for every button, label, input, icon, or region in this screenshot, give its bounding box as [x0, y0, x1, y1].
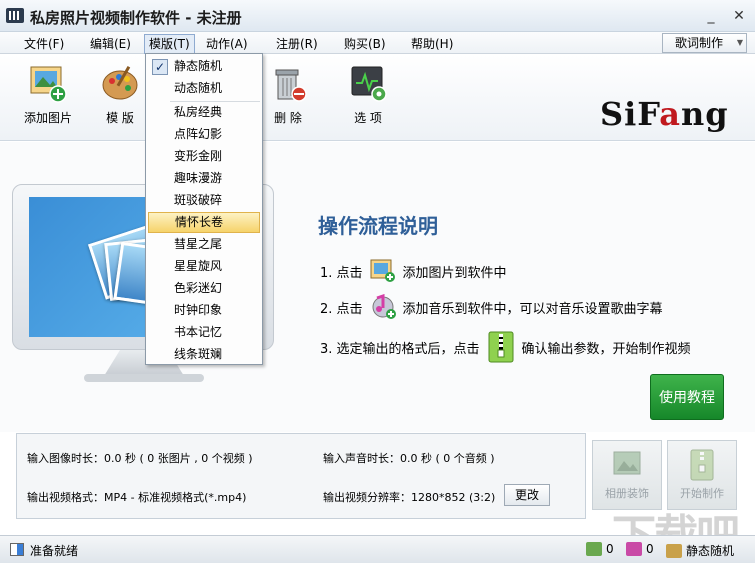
- menu-buy[interactable]: 购买(B): [340, 35, 390, 53]
- dd-item-template[interactable]: 时钟印象: [148, 300, 260, 321]
- output-resolution: 输出视频分辨率：1280*852 (3:2): [323, 491, 496, 504]
- palette-icon: [100, 63, 140, 103]
- info-panel: 输入图像时长：0.0 秒 ( 0 张图片 , 0 个视频 ) 输入声音时长：0.…: [16, 433, 586, 519]
- album-decor-icon: [612, 449, 642, 481]
- dd-item-template[interactable]: 斑驳破碎: [148, 190, 260, 211]
- step2-suffix: 添加音乐到软件中，可以对音乐设置歌曲字幕: [402, 301, 663, 317]
- check-icon: ✓: [152, 59, 168, 75]
- delete-button[interactable]: 删 除: [256, 63, 320, 126]
- sifang-logo: SiFang: [600, 95, 729, 133]
- window-title: 私房照片视频制作软件 - 未注册: [30, 9, 242, 27]
- dd-item-dynamic-random[interactable]: 动态随机: [148, 78, 260, 99]
- options-gear-icon: [348, 63, 388, 103]
- menu-help[interactable]: 帮助(H): [407, 35, 457, 53]
- menu-file[interactable]: 文件(F): [20, 35, 68, 53]
- dd-item-template[interactable]: 书本记忆: [148, 322, 260, 343]
- add-image-button[interactable]: 添加图片: [16, 63, 80, 126]
- lyric-make-label: 歌词制作: [675, 36, 724, 50]
- flow-step-2: 2. 点击 添加音乐到软件中，可以对音乐设置歌曲字幕: [320, 293, 663, 320]
- template-label: 模 版: [106, 111, 134, 125]
- add-image-icon: [28, 63, 68, 103]
- output-format: 输出视频格式：MP4 - 标准视频格式(*.mp4): [27, 491, 247, 504]
- status-chart-icon: [10, 543, 24, 556]
- dd-item-template[interactable]: 点阵幻影: [148, 124, 260, 145]
- minimize-button[interactable]: _: [703, 8, 719, 24]
- menu-action[interactable]: 动作(A): [202, 35, 252, 53]
- toolbar: 添加图片 模 版 删 除 选 项 SiFang: [0, 55, 755, 141]
- start-make-label: 开始制作: [680, 487, 724, 500]
- add-image-label: 添加图片: [23, 111, 72, 125]
- step3-suffix: 确认输出参数，开始制作视频: [521, 341, 691, 357]
- close-button[interactable]: ✕: [731, 8, 747, 24]
- change-button[interactable]: 更改: [504, 484, 550, 506]
- status-text: 准备就绪: [30, 544, 79, 558]
- start-zip-icon: [687, 449, 717, 481]
- tutorial-button[interactable]: 使用教程: [650, 374, 724, 420]
- lyric-make-button[interactable]: 歌词制作 ▼: [662, 33, 747, 53]
- audio-count: 0: [646, 542, 654, 556]
- template-button[interactable]: 模 版: [88, 63, 152, 126]
- trash-icon: [268, 63, 308, 103]
- app-film-icon: [6, 8, 24, 23]
- flow-step-3: 3. 选定输出的格式后，点击 确认输出参数，开始制作视频: [320, 330, 691, 364]
- add-music-icon: [369, 293, 397, 320]
- chevron-down-icon: ▼: [736, 38, 743, 47]
- flow-step-1: 1. 点击 添加图片到软件中: [320, 258, 507, 284]
- template-dropdown-menu: ✓ 静态随机 动态随机 私房经典 点阵幻影 变形金刚 趣味漫游 斑驳破碎 情怀长…: [145, 53, 263, 365]
- dd-item-template[interactable]: 线条斑斓: [148, 344, 260, 365]
- step1-prefix: 1. 点击: [320, 265, 363, 281]
- title-bar: 私房照片视频制作软件 - 未注册 _ ✕: [0, 0, 755, 32]
- audio-duration: 输入声音时长：0.0 秒 ( 0 个音频 ): [323, 452, 495, 465]
- options-label: 选 项: [354, 111, 382, 125]
- dd-item-template-highlighted[interactable]: 情怀长卷: [148, 212, 260, 233]
- dd-item-template[interactable]: 趣味漫游: [148, 168, 260, 189]
- menu-register[interactable]: 注册(R): [272, 35, 322, 53]
- menu-template[interactable]: 模版(T): [144, 34, 195, 54]
- main-area: 操作流程说明 1. 点击 添加图片到软件中 2. 点击 添加音乐到软件中，可以对…: [0, 142, 755, 432]
- dd-item-template[interactable]: 色彩迷幻: [148, 278, 260, 299]
- zip-file-icon: [486, 330, 516, 364]
- album-decor-label: 相册装饰: [605, 487, 649, 500]
- menu-bar: 文件(F) 编辑(E) 模版(T) 动作(A) 注册(R) 购买(B) 帮助(H…: [0, 32, 755, 54]
- flow-title: 操作流程说明: [318, 214, 438, 238]
- step2-prefix: 2. 点击: [320, 301, 363, 317]
- dd-item-template[interactable]: 变形金刚: [148, 146, 260, 167]
- options-button[interactable]: 选 项: [336, 63, 400, 126]
- delete-label: 删 除: [274, 111, 302, 125]
- palette-small-icon: [666, 543, 682, 558]
- dd-item-template[interactable]: 彗星之尾: [148, 234, 260, 255]
- step1-suffix: 添加图片到软件中: [402, 265, 507, 281]
- dd-label: 静态随机: [174, 59, 223, 73]
- add-image-small-icon: [369, 258, 397, 284]
- monitor-base: [84, 374, 204, 382]
- dd-item-template[interactable]: 私房经典: [148, 102, 260, 123]
- image-count-icon: [586, 542, 602, 556]
- image-count: 0: [606, 542, 614, 556]
- status-mode: 静态随机: [686, 544, 735, 558]
- dd-item-static-random[interactable]: ✓ 静态随机: [148, 56, 260, 77]
- step3-prefix: 3. 选定输出的格式后，点击: [320, 341, 480, 357]
- status-bar: 准备就绪 0 0 静态随机: [0, 535, 755, 563]
- audio-count-icon: [626, 542, 642, 556]
- dd-item-template[interactable]: 星星旋风: [148, 256, 260, 277]
- image-duration: 输入图像时长：0.0 秒 ( 0 张图片 , 0 个视频 ): [27, 452, 253, 465]
- menu-edit[interactable]: 编辑(E): [86, 35, 135, 53]
